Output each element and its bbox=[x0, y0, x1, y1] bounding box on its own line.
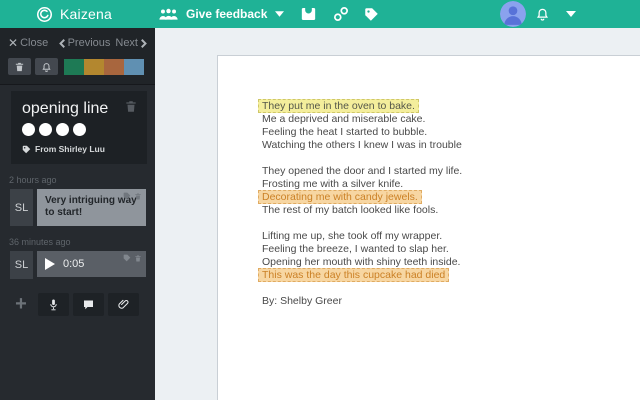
account-caret-down-icon[interactable] bbox=[566, 0, 576, 28]
document-area: They put me in the oven to bake. Me a de… bbox=[155, 28, 640, 400]
poem-line: Feeling the breeze, I wanted to slap her… bbox=[262, 243, 449, 255]
small-tag-icon bbox=[22, 145, 31, 154]
highlighted-line[interactable]: They put me in the oven to bake. bbox=[258, 99, 419, 113]
rating-dot[interactable] bbox=[73, 123, 86, 136]
document-page[interactable]: They put me in the oven to bake. Me a de… bbox=[217, 55, 640, 400]
audio-duration: 0:05 bbox=[63, 258, 85, 270]
add-text-comment-button[interactable] bbox=[73, 293, 104, 316]
paperclip-icon bbox=[118, 299, 129, 309]
color-swatch-gold[interactable] bbox=[84, 58, 104, 75]
audio-bubble[interactable]: 0:05 bbox=[37, 251, 146, 277]
highlighted-line[interactable]: Decorating me with candy jewels. bbox=[258, 190, 422, 204]
comment-timestamp: 36 minutes ago bbox=[9, 237, 71, 247]
poem-line: Me a deprived and miserable cake. bbox=[262, 113, 426, 125]
audio-comment: SL 0:05 bbox=[10, 251, 146, 279]
close-x-icon: ✕ bbox=[8, 36, 19, 50]
poem-line: Watching the others I knew I was in trou… bbox=[262, 139, 462, 151]
caret-down-icon bbox=[275, 11, 285, 17]
brand[interactable]: Kaizena bbox=[36, 0, 112, 28]
comment-timestamp: 2 hours ago bbox=[9, 175, 57, 185]
text-comment: SL Very intriguing way to start! bbox=[10, 189, 146, 226]
byline: By: Shelby Greer bbox=[262, 295, 342, 307]
mini-tag-icon[interactable] bbox=[123, 192, 131, 201]
mini-trash-icon[interactable] bbox=[134, 192, 142, 201]
give-feedback-label: Give feedback bbox=[186, 7, 268, 21]
poem-line: Lifting me up, she took off my wrapper. bbox=[262, 230, 443, 242]
notify-button[interactable] bbox=[35, 58, 58, 75]
delete-button[interactable] bbox=[8, 58, 31, 75]
add-plus-icon[interactable]: + bbox=[10, 293, 32, 316]
previous-button[interactable]: Previous bbox=[58, 37, 110, 49]
notifications-bell-icon[interactable] bbox=[535, 0, 550, 28]
tag-icon[interactable] bbox=[364, 0, 379, 28]
inbox-icon[interactable] bbox=[300, 0, 317, 28]
link-icon[interactable] bbox=[333, 0, 349, 28]
chevron-right-icon bbox=[141, 38, 147, 48]
mini-tag-icon[interactable] bbox=[123, 254, 131, 263]
brand-name: Kaizena bbox=[60, 6, 112, 22]
skill-title: opening line bbox=[22, 100, 109, 117]
top-bar: Kaizena Give feedback bbox=[0, 0, 640, 28]
user-avatar[interactable] bbox=[500, 1, 526, 27]
comment-bubble[interactable]: Very intriguing way to start! bbox=[37, 189, 146, 226]
poem-line: The rest of my batch looked like fools. bbox=[262, 204, 439, 216]
color-swatch-green[interactable] bbox=[64, 58, 84, 75]
rating-dot[interactable] bbox=[39, 123, 52, 136]
mini-trash-icon[interactable] bbox=[134, 254, 142, 263]
card-trash-icon[interactable] bbox=[124, 99, 138, 114]
rating-dot[interactable] bbox=[56, 123, 69, 136]
commenter-initials[interactable]: SL bbox=[10, 189, 33, 226]
color-swatch-blue[interactable] bbox=[124, 58, 144, 75]
record-voice-button[interactable] bbox=[38, 293, 69, 316]
attach-link-button[interactable] bbox=[108, 293, 139, 316]
add-comment-toolbar: + bbox=[10, 293, 155, 316]
kaizena-logo-icon bbox=[36, 6, 53, 23]
group-icon bbox=[159, 8, 178, 21]
chevron-left-icon bbox=[58, 38, 65, 48]
rating-dot[interactable] bbox=[22, 123, 35, 136]
bell-icon bbox=[42, 62, 51, 72]
play-icon[interactable] bbox=[45, 258, 55, 270]
next-button[interactable]: Next bbox=[115, 37, 147, 49]
poem-line: Feeling the heat I started to bubble. bbox=[262, 126, 428, 138]
highlighted-line[interactable]: This was the day this cupcake had died bbox=[258, 268, 450, 282]
speech-bubble-icon bbox=[84, 300, 93, 309]
skill-card[interactable]: opening line From Shirley Luu bbox=[11, 91, 147, 164]
give-feedback-menu[interactable]: Give feedback bbox=[159, 0, 285, 28]
rating-dots[interactable] bbox=[22, 123, 137, 136]
sidebar-nav: ✕ Close Previous Next bbox=[0, 28, 155, 85]
trash-icon bbox=[15, 62, 24, 71]
stanza: They put me in the oven to bake. Me a de… bbox=[258, 99, 640, 152]
highlight-color-picker bbox=[64, 58, 144, 75]
color-swatch-rust[interactable] bbox=[104, 58, 124, 75]
stanza: They opened the door and I started my li… bbox=[258, 165, 640, 217]
poem-line: They opened the door and I started my li… bbox=[262, 165, 463, 177]
stanza: Lifting me up, she took off my wrapper. … bbox=[258, 230, 640, 282]
close-button[interactable]: ✕ Close bbox=[8, 36, 48, 50]
microphone-icon bbox=[50, 299, 57, 310]
commenter-initials[interactable]: SL bbox=[10, 251, 33, 279]
poem-text: They put me in the oven to bake. Me a de… bbox=[258, 99, 640, 308]
skill-source: From Shirley Luu bbox=[22, 144, 137, 154]
feedback-sidebar: ✕ Close Previous Next opening line From … bbox=[0, 28, 155, 400]
